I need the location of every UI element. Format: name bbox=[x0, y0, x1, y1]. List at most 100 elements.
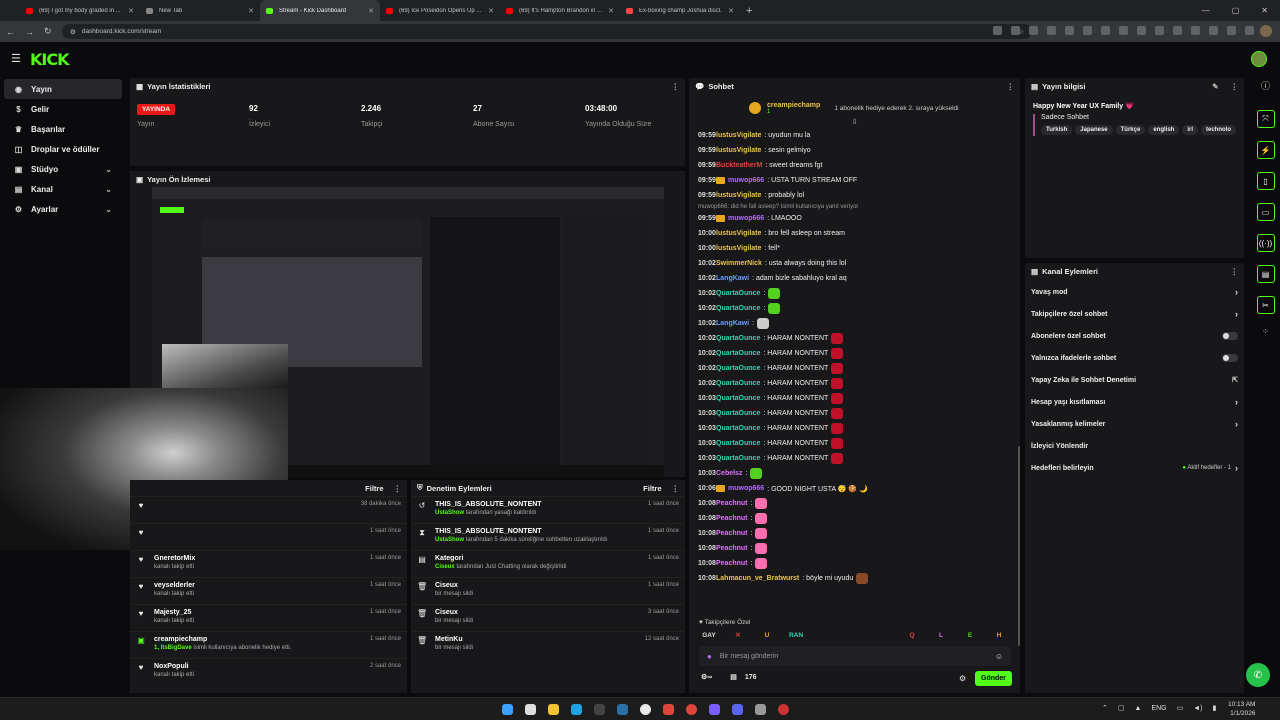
kick-logo[interactable]: KICK bbox=[30, 50, 69, 69]
chrome-icon[interactable] bbox=[640, 704, 651, 715]
stream-tag[interactable]: english bbox=[1148, 125, 1180, 135]
chat-username[interactable]: QuartaOunce bbox=[716, 335, 760, 342]
chat-menu-icon[interactable]: ⋮ bbox=[1007, 82, 1015, 91]
chat-message[interactable]: 10:02 QuartaOunce: bbox=[698, 286, 1011, 301]
chat-support-icon[interactable]: ✆ bbox=[1246, 663, 1270, 687]
moderation-target[interactable]: Ciseux bbox=[435, 582, 473, 589]
app-icon[interactable] bbox=[686, 704, 697, 715]
stream-tag[interactable]: Japanese bbox=[1075, 125, 1113, 135]
extension-icon[interactable] bbox=[1047, 26, 1056, 35]
channel-action[interactable]: Yavaş mod › bbox=[1025, 281, 1244, 303]
chat-message[interactable]: 10:08 Lahmacun_ve_Bratwurst: böyle mi uyu… bbox=[698, 571, 1011, 586]
maximize-button[interactable]: ▢ bbox=[1232, 6, 1240, 15]
extension-icon[interactable] bbox=[1101, 26, 1110, 35]
chat-message[interactable]: 10:08 Peachnut: bbox=[698, 556, 1011, 571]
rail-document-icon[interactable]: ▯ bbox=[1256, 172, 1275, 190]
channel-action[interactable]: Hesap yaşı kısıtlaması › bbox=[1025, 391, 1244, 413]
browser-tab[interactable]: Ex-boxing champ Joshua discl... ✕ bbox=[620, 0, 740, 21]
quick-emote[interactable]: U bbox=[757, 632, 777, 639]
tray-chevron-icon[interactable]: ⌃ bbox=[1102, 704, 1108, 712]
browser-tab[interactable]: (69) Ice Poseidon Opens Up ... ✕ bbox=[380, 0, 500, 21]
chevron-right-icon[interactable]: › bbox=[1235, 287, 1238, 297]
chat-message[interactable]: 10:02 QuartaOunce: HARAM NONTENT bbox=[698, 331, 1011, 346]
chat-username[interactable]: Cebelsz bbox=[716, 470, 742, 477]
chat-message[interactable]: 10:03 QuartaOunce: HARAM NONTENT bbox=[698, 391, 1011, 406]
stream-info-menu-icon[interactable]: ⋮ bbox=[1231, 82, 1239, 91]
user-avatar[interactable] bbox=[1251, 51, 1267, 67]
profile-avatar[interactable] bbox=[1260, 25, 1272, 37]
extension-icon[interactable] bbox=[1191, 26, 1200, 35]
app-icon[interactable] bbox=[778, 704, 789, 715]
chat-username[interactable]: lustusVigilate bbox=[716, 147, 761, 154]
activity-user[interactable]: GneretorMix bbox=[154, 555, 195, 562]
chat-username[interactable]: Peachnut bbox=[716, 515, 748, 522]
forward-icon[interactable]: → bbox=[25, 27, 34, 37]
chat-message[interactable]: 10:03 QuartaOunce: HARAM NONTENT bbox=[698, 406, 1011, 421]
sidebar-item[interactable]: ⚙ Ayarlar ⌄ bbox=[4, 199, 122, 219]
rail-expand-icon[interactable]: ⤧ bbox=[1256, 110, 1275, 128]
chat-message[interactable]: 09:59 lustusVigilate: probably lol bbox=[698, 188, 1011, 203]
moderation-target[interactable]: THIS_IS_ABSOLUTE_NONTENT bbox=[435, 501, 542, 508]
extension-icon[interactable] bbox=[1083, 26, 1092, 35]
chat-username[interactable]: lustusVigilate bbox=[716, 245, 761, 252]
chat-username[interactable]: QuartaOunce bbox=[716, 440, 760, 447]
moderation-target[interactable]: THIS_IS_ABSOLUTE_NONTENT bbox=[435, 528, 607, 535]
external-link-icon[interactable]: ⇱ bbox=[1232, 376, 1238, 384]
chat-username[interactable]: QuartaOunce bbox=[716, 425, 760, 432]
moderation-target[interactable]: MetinKu bbox=[435, 636, 473, 643]
chat-username[interactable]: QuartaOunce bbox=[716, 410, 760, 417]
quick-emote[interactable]: L bbox=[931, 632, 951, 639]
chat-username[interactable]: SwimmerNick bbox=[716, 260, 762, 267]
channel-action[interactable]: Yapay Zeka ile Sohbet Denetimi ⇱ bbox=[1025, 369, 1244, 391]
quick-emote[interactable]: ✕ bbox=[728, 631, 748, 639]
extension-icon[interactable] bbox=[1155, 26, 1164, 35]
network-icon[interactable]: ▭ bbox=[1177, 704, 1184, 712]
chat-message[interactable]: 10:08 Peachnut: bbox=[698, 541, 1011, 556]
app-icon[interactable] bbox=[732, 704, 743, 715]
chat-username[interactable]: LangKawi bbox=[716, 275, 749, 282]
quick-emote[interactable]: E bbox=[960, 632, 980, 639]
moderation-menu-icon[interactable]: ⋮ bbox=[672, 484, 680, 493]
chat-username[interactable]: Peachnut bbox=[716, 560, 748, 567]
activity-user[interactable]: creampiechamp bbox=[154, 636, 291, 643]
menu-hamburger-icon[interactable]: ☰ bbox=[11, 52, 21, 65]
chat-message[interactable]: 09:59 BuckteatherM: sweet dreams fgt bbox=[698, 158, 1011, 173]
quick-emote[interactable]: H bbox=[989, 632, 1009, 639]
activity-user[interactable]: Majesty_25 bbox=[154, 609, 194, 616]
activity-user[interactable]: veyselderler bbox=[154, 582, 195, 589]
chevron-down-icon[interactable]: ⌄ bbox=[105, 185, 112, 194]
channel-action[interactable]: Yasaklanmış kelimeler › bbox=[1025, 413, 1244, 435]
new-tab-button[interactable]: + bbox=[746, 5, 752, 17]
channel-action[interactable]: Hedefleri belirleyin ● Aktif hedefler - 1… bbox=[1025, 457, 1244, 479]
sidebar-item[interactable]: ◉ Yayın bbox=[4, 79, 122, 99]
chat-message[interactable]: 10:03 QuartaOunce: HARAM NONTENT bbox=[698, 451, 1011, 466]
start-icon[interactable] bbox=[502, 704, 513, 715]
channel-action[interactable]: Takipçilere özel sohbet › bbox=[1025, 303, 1244, 325]
chat-username[interactable]: LangKawi bbox=[716, 320, 749, 327]
app-icon[interactable] bbox=[663, 704, 674, 715]
back-icon[interactable]: ← bbox=[6, 27, 15, 37]
browser-tab[interactable]: New Tab ✕ bbox=[140, 0, 260, 21]
chat-message[interactable]: 09:59 muwop666: LMAOOO bbox=[698, 211, 1011, 226]
channel-action[interactable]: Abonelere özel sohbet bbox=[1025, 325, 1244, 347]
channel-action[interactable]: İzleyici Yönlendir bbox=[1025, 435, 1244, 457]
chat-username[interactable]: QuartaOunce bbox=[716, 350, 760, 357]
chat-message[interactable]: 10:02 QuartaOunce: HARAM NONTENT bbox=[698, 361, 1011, 376]
tab-close-icon[interactable]: ✕ bbox=[488, 7, 494, 15]
activity-user[interactable]: NoxPopuli bbox=[154, 663, 194, 670]
extension-icon[interactable] bbox=[1209, 26, 1218, 35]
sidebar-item[interactable]: ▤ Kanal ⌄ bbox=[4, 179, 122, 199]
moderation-target[interactable]: Ciseux bbox=[435, 609, 473, 616]
chat-message[interactable]: 10:02 SwimmerNick: usta always doing this… bbox=[698, 256, 1011, 271]
chat-username[interactable]: Peachnut bbox=[716, 545, 748, 552]
activity-filter-button[interactable]: Filtre bbox=[365, 484, 383, 493]
chat-username[interactable]: QuartaOunce bbox=[716, 305, 760, 312]
chat-username[interactable]: QuartaOunce bbox=[716, 455, 760, 462]
emoji-icon[interactable]: ☺ bbox=[995, 652, 1003, 661]
browser-tab[interactable]: Stream - Kick Dashboard ✕ bbox=[260, 0, 380, 21]
chat-message[interactable]: 09:59 muwop666: USTA TURN STREAM OFF bbox=[698, 173, 1011, 188]
toggle-switch[interactable] bbox=[1222, 354, 1238, 362]
chat-username[interactable]: QuartaOunce bbox=[716, 395, 760, 402]
chat-username[interactable]: muwop666 bbox=[728, 215, 764, 222]
terminal-icon[interactable] bbox=[594, 704, 605, 715]
